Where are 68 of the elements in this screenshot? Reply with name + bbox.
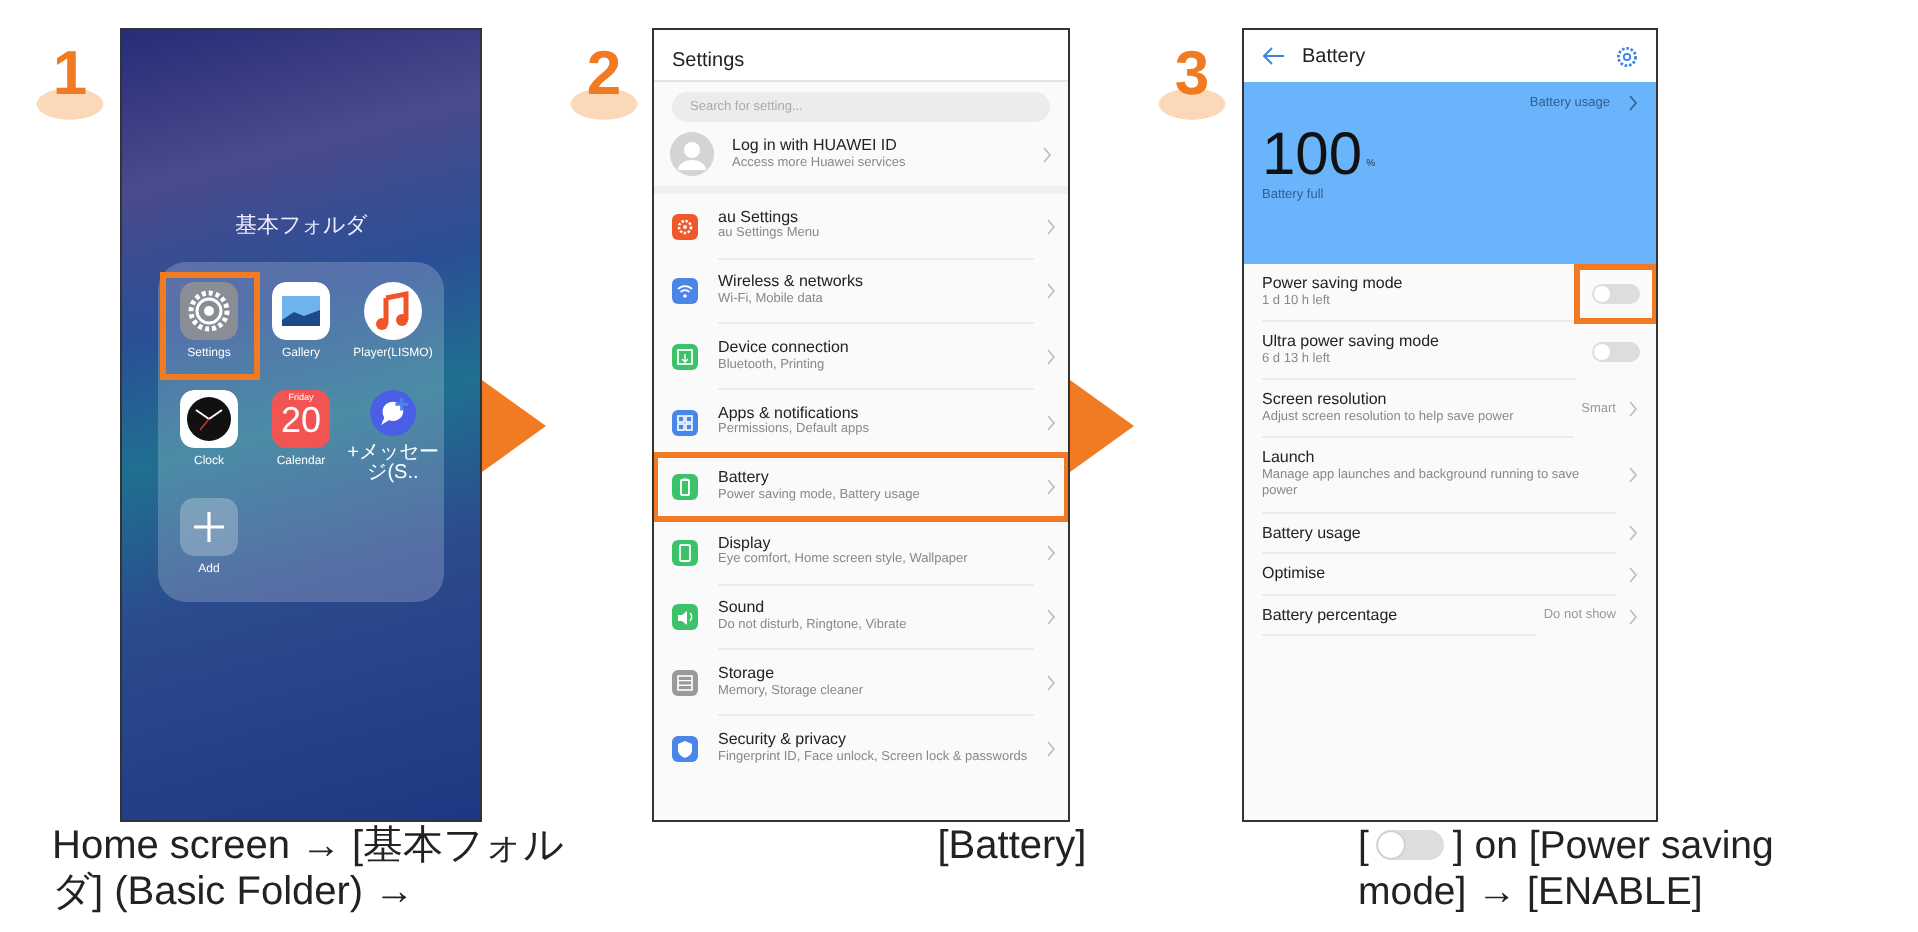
chevron-icon — [1046, 413, 1056, 432]
item-title: Sound — [718, 598, 767, 618]
phone-icon — [672, 539, 698, 566]
chevron-icon — [1628, 94, 1638, 113]
row-title: Battery usage — [1262, 523, 1363, 543]
row-title: Power saving mode — [1262, 274, 1405, 294]
settings-row[interactable]: Battery usage — [1244, 513, 1656, 555]
caption-text: Home screen → [基本フォルダ] (Basic Folder) → — [52, 824, 564, 914]
screen-title: Battery — [1302, 43, 1368, 71]
grid-icon — [672, 409, 698, 436]
chevron-icon — [1628, 565, 1638, 584]
item-title: Storage — [718, 663, 777, 684]
item-title: Battery — [718, 468, 771, 488]
row-title: Launch — [1262, 448, 1317, 468]
folder-title: 基本フォルダ — [235, 212, 367, 242]
settings-row[interactable]: Optimise — [1244, 554, 1656, 596]
row-title: Optimise — [1262, 564, 1328, 584]
wifi-icon — [672, 278, 698, 305]
battery-icon — [672, 474, 698, 501]
toggle-switch[interactable] — [1592, 341, 1640, 362]
chevron-icon — [1046, 478, 1056, 497]
music-note-icon — [364, 281, 422, 339]
item-title: Wireless & networks — [718, 272, 865, 292]
battery-percent: 100 — [1262, 125, 1363, 186]
screen-title: Settings — [654, 30, 1068, 82]
chevron-icon — [1042, 145, 1052, 163]
row-title: Battery percentage — [1262, 605, 1400, 625]
caption-text: mode] → [ENABLE] — [1358, 870, 1703, 914]
avatar-icon — [670, 132, 714, 176]
chevron-icon — [1046, 347, 1056, 366]
calendar-date: 20 — [280, 402, 322, 438]
chevron-icon — [1046, 608, 1056, 627]
chevron-icon — [1046, 217, 1056, 236]
clock-icon — [180, 389, 238, 447]
chevron-icon — [1628, 607, 1638, 626]
triangle-arrow-icon — [482, 380, 546, 472]
shield-icon — [672, 735, 698, 762]
storage-icon — [672, 669, 698, 696]
gear-icon — [672, 213, 698, 240]
chevron-icon — [1628, 524, 1638, 543]
toggle-switch[interactable] — [1592, 283, 1640, 304]
chevron-icon — [1628, 466, 1638, 485]
chat-bubble-icon — [364, 389, 422, 435]
plus-icon — [180, 497, 238, 555]
item-title: Security & privacy — [718, 730, 849, 750]
item-title: Device connection — [718, 337, 851, 358]
settings-icon[interactable] — [1616, 45, 1638, 67]
landscape-icon — [272, 281, 330, 339]
row-title: Ultra power saving mode — [1262, 332, 1441, 352]
item-title: Log in with HUAWEI ID — [732, 135, 899, 156]
app-label: +メッセージ(S.. — [347, 443, 439, 483]
item-title: Display — [718, 533, 773, 552]
caption-text: [Battery] — [937, 824, 1087, 868]
triangle-arrow-icon — [1070, 380, 1134, 472]
caption-text: ] on [Power saving — [1452, 824, 1774, 868]
devices-icon — [672, 343, 698, 370]
chevron-icon — [1046, 282, 1056, 301]
row-title: Screen resolution — [1262, 390, 1389, 410]
item-title: Apps & notifications — [718, 403, 861, 422]
gear-icon — [180, 281, 238, 339]
back-arrow-icon[interactable] — [1262, 46, 1284, 66]
item-title: au Settings — [718, 207, 801, 226]
chevron-icon — [1046, 739, 1056, 758]
speaker-icon — [672, 604, 698, 631]
chevron-icon — [1628, 400, 1638, 419]
chevron-icon — [1046, 673, 1056, 692]
caption-text: [ — [1358, 824, 1369, 868]
chevron-icon — [1046, 543, 1056, 562]
